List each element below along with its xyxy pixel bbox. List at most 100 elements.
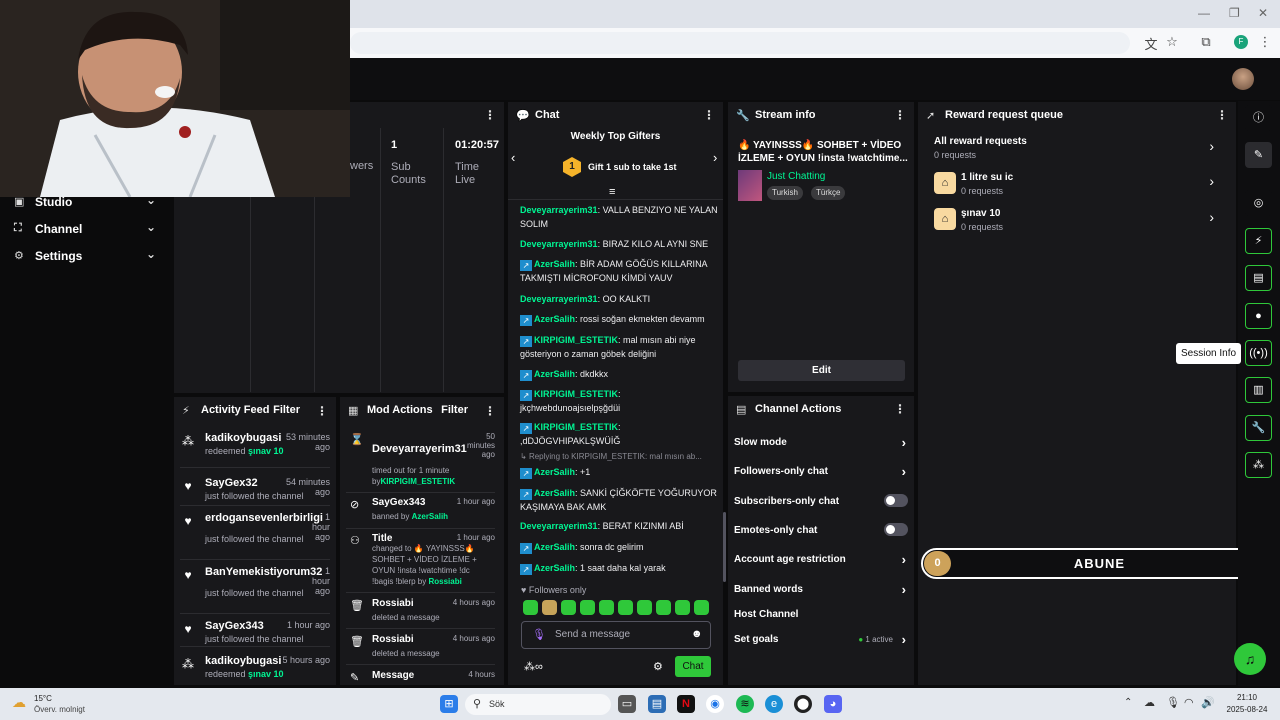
chat-message[interactable]: Deveyarrayerim31: BERAT KIZINMI ABİ: [520, 519, 720, 533]
filter-button[interactable]: Filter: [273, 404, 300, 416]
reward-item[interactable]: ⌂ şınav 10 0 requests ›: [932, 208, 1222, 234]
kebab-menu-icon[interactable]: ⋮: [894, 402, 906, 416]
browser-menu-icon[interactable]: ⋮: [1256, 34, 1274, 50]
tag-chip[interactable]: Türkçe: [811, 186, 846, 200]
spotify-icon[interactable]: ≋: [736, 695, 754, 713]
microphone-icon[interactable]: 🎙: [532, 628, 546, 641]
chat-message[interactable]: ↗ AzerSalih: SANKİ ÇİĞKÖFTE YOĞURUYOR KAŞ…: [520, 486, 720, 514]
toggle-switch[interactable]: [884, 494, 908, 507]
address-bar[interactable]: [350, 32, 1130, 54]
chat-username[interactable]: AzerSalih: [534, 314, 575, 324]
discord-icon[interactable]: ◕: [824, 695, 842, 713]
collapse-icon[interactable]: ≡: [609, 186, 615, 198]
netflix-icon[interactable]: N: [677, 695, 695, 713]
channel-action-item[interactable]: Subscribers-only chat: [734, 494, 910, 512]
edit-stream-button[interactable]: Edit: [738, 360, 905, 381]
activity-item[interactable]: ♥ erdogansevenlerbirligi 1 hour ago just…: [180, 512, 330, 552]
windows-start-icon[interactable]: ⊞: [440, 695, 458, 713]
chat-message[interactable]: ↗ KIRPIGIM_ESTETIK: mal mısın abi niye gö…: [520, 333, 720, 361]
edge-icon[interactable]: e: [765, 695, 783, 713]
chat-username[interactable]: Deveyarrayerim31: [520, 205, 598, 215]
activity-user[interactable]: kadikoybugasi: [205, 655, 281, 667]
chat-input[interactable]: 🎙 Send a message ☻: [521, 621, 711, 649]
translate-icon[interactable]: 文: [1142, 34, 1160, 53]
chat-send-button[interactable]: Chat: [675, 656, 711, 677]
notes-icon[interactable]: ▤: [1245, 265, 1272, 291]
chevron-right-icon[interactable]: ›: [713, 150, 717, 165]
restore-icon[interactable]: ❐: [1229, 6, 1240, 20]
chat-message[interactable]: ↗ KIRPIGIM_ESTETIK: ,dDJÖGVHIPAKLŞWÜİĞ: [520, 420, 720, 448]
kebab-menu-icon[interactable]: ⋮: [894, 108, 906, 122]
activity-item[interactable]: ⁂ kadikoybugasi 53 minutes ago redeemed …: [180, 432, 330, 472]
chat-username[interactable]: KIRPIGIM_ESTETIK: [534, 422, 618, 432]
microphone-icon[interactable]: 🎙: [1166, 696, 1180, 709]
camera-icon[interactable]: ◎: [1245, 190, 1272, 216]
chat-message[interactable]: ↗ AzerSalih: rossi soğan ekmekten devamm: [520, 312, 720, 326]
channel-action-item[interactable]: Set goals ● 1 active ›: [734, 632, 910, 650]
emote-icon[interactable]: [675, 600, 690, 615]
taskbar-search[interactable]: ⚲ Sök: [465, 694, 611, 715]
chat-username[interactable]: KIRPIGIM_ESTETIK: [534, 389, 618, 399]
emote-icon[interactable]: [694, 600, 709, 615]
profile-icon[interactable]: F: [1234, 35, 1248, 49]
help-button[interactable]: ♫: [1234, 643, 1266, 675]
extensions-icon[interactable]: ⧉: [1197, 34, 1215, 50]
emote-icon[interactable]: [523, 600, 538, 615]
reward-item[interactable]: ⌂ 1 litre su ic 0 requests ›: [932, 172, 1222, 198]
file-explorer-icon[interactable]: ▤: [648, 695, 666, 713]
chat-username[interactable]: Deveyarrayerim31: [520, 239, 598, 249]
all-rewards-item[interactable]: All reward requests 0 requests ›: [932, 136, 1222, 164]
weather-icon[interactable]: ☁: [12, 694, 26, 711]
category-link[interactable]: Just Chatting: [767, 171, 825, 182]
chat-scrollbar[interactable]: [723, 512, 726, 582]
filter-button[interactable]: Filter: [441, 404, 468, 416]
chat-username[interactable]: AzerSalih: [534, 467, 575, 477]
edit-icon[interactable]: ✎: [1245, 142, 1272, 168]
chat-message[interactable]: Deveyarrayerim31: BIRAZ KILO AL AYNI SNE: [520, 237, 720, 251]
lightning-icon[interactable]: ⚡: [1245, 228, 1272, 254]
channel-action-item[interactable]: Followers-only chat ›: [734, 464, 910, 482]
chat-message[interactable]: ↗ AzerSalih: sonra dc gelirim: [520, 540, 720, 554]
chat-settings-icon[interactable]: ⚙: [653, 660, 663, 673]
emote-icon[interactable]: [618, 600, 633, 615]
session-info-icon[interactable]: ((•)): [1245, 340, 1272, 366]
sidebar-item-channel[interactable]: ⛶ Channel ⌄: [0, 219, 170, 241]
chat-message[interactable]: ↗ KIRPIGIM_ESTETIK: jkçhwebdunoajsıelpşğdü…: [520, 387, 720, 415]
emote-icon[interactable]: [561, 600, 576, 615]
channel-action-item[interactable]: Banned words ›: [734, 582, 910, 600]
chat-bubble-icon[interactable]: ●: [1245, 303, 1272, 329]
chrome-icon[interactable]: ◉: [706, 695, 724, 713]
kebab-menu-icon[interactable]: ⋮: [484, 108, 496, 122]
chat-message[interactable]: ↗ AzerSalih: dkdkkx: [520, 367, 720, 381]
channel-action-item[interactable]: Host Channel: [734, 609, 910, 625]
activity-user[interactable]: SayGex32: [205, 477, 258, 489]
star-icon[interactable]: ☆: [1163, 34, 1181, 50]
channel-action-item[interactable]: Slow mode ›: [734, 435, 910, 453]
chat-username[interactable]: KIRPIGIM_ESTETIK: [534, 335, 618, 345]
tag-chip[interactable]: Turkish: [767, 186, 803, 200]
activity-item[interactable]: ♥ SayGex343 1 hour ago just followed the…: [180, 620, 330, 660]
emote-icon[interactable]: [542, 600, 557, 615]
emote-icon[interactable]: [637, 600, 652, 615]
wifi-icon[interactable]: ◠: [1184, 696, 1194, 709]
chat-username[interactable]: AzerSalih: [534, 259, 575, 269]
kebab-menu-icon[interactable]: ⋮: [1216, 108, 1228, 122]
emoji-icon[interactable]: ☻: [691, 628, 703, 640]
activity-user[interactable]: kadikoybugasi: [205, 432, 281, 444]
emote-icon[interactable]: [599, 600, 614, 615]
volume-icon[interactable]: 🔊: [1201, 696, 1215, 709]
wrench-icon[interactable]: 🔧: [1245, 415, 1272, 441]
activity-item[interactable]: ♥ SayGex32 54 minutes ago just followed …: [180, 477, 330, 517]
activity-user[interactable]: BanYemekistiyorum32: [205, 566, 322, 578]
activity-user[interactable]: SayGex343: [205, 620, 264, 632]
tray-chevron-icon[interactable]: ⌃: [1124, 697, 1132, 708]
chat-message[interactable]: Deveyarrayerim31: VALLA BENZIYO NE YALAN…: [520, 203, 720, 231]
chat-message[interactable]: ↗ AzerSalih: BİR ADAM GÖĞÜS KILLARINA TAK…: [520, 257, 720, 285]
emote-icon[interactable]: [580, 600, 595, 615]
chat-message[interactable]: Deveyarrayerim31: OO KALKTI: [520, 292, 720, 306]
task-view-icon[interactable]: ▭: [618, 695, 636, 713]
kebab-menu-icon[interactable]: ⋮: [703, 108, 715, 122]
chat-username[interactable]: AzerSalih: [534, 542, 575, 552]
info-icon[interactable]: ⓘ: [1245, 105, 1272, 131]
chat-username[interactable]: AzerSalih: [534, 488, 575, 498]
